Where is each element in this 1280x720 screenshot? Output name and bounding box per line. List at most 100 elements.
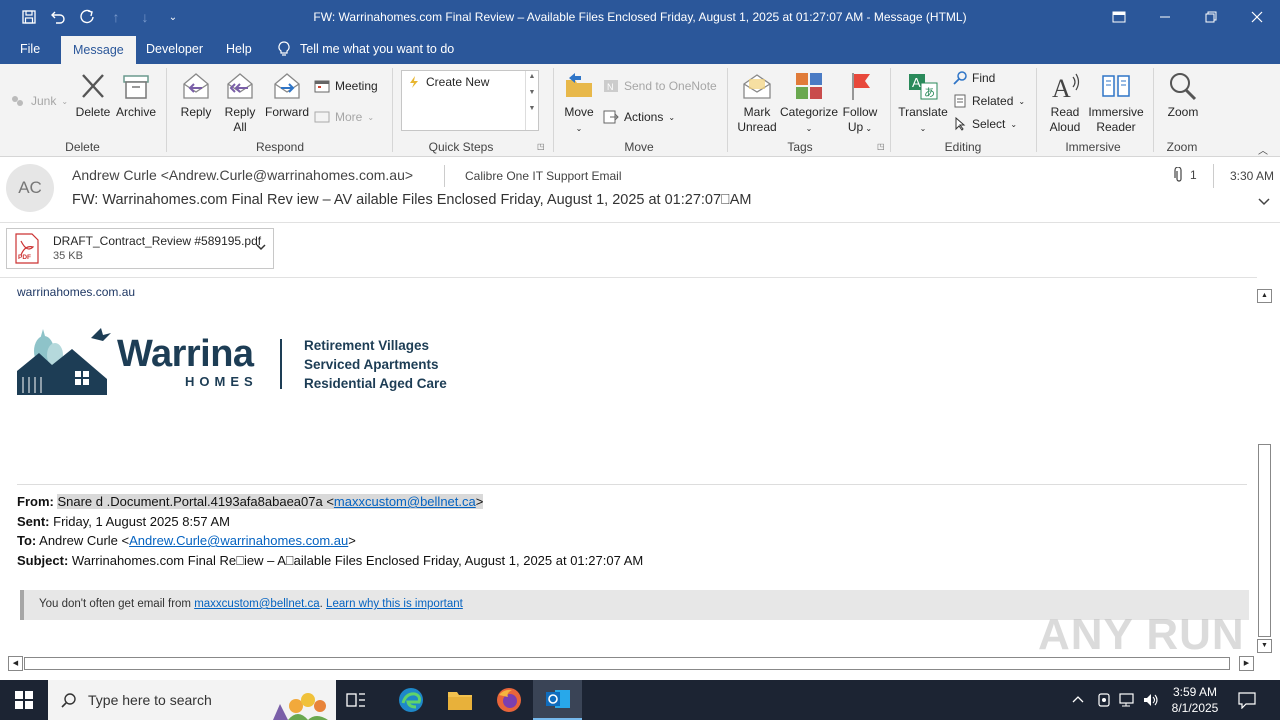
horizontal-scrollbar[interactable]: ◀ ▶ (8, 656, 1255, 671)
learn-why-link[interactable]: Learn why this is important (326, 598, 463, 610)
volume-icon[interactable] (1142, 692, 1160, 711)
scroll-up-button[interactable]: ▲ (1257, 289, 1272, 303)
find-label: Find (972, 71, 996, 85)
collapse-ribbon-icon[interactable]: ︿ (1258, 142, 1268, 157)
meeting-button[interactable]: Meeting (314, 76, 378, 96)
flag-icon (852, 73, 870, 100)
group-editing-label: Editing (944, 140, 982, 154)
outlook-icon (545, 690, 570, 708)
start-button[interactable] (0, 680, 48, 720)
to-email-link[interactable]: Andrew.Curle@warrinahomes.com.au (129, 533, 348, 548)
svg-text:N: N (607, 82, 614, 92)
outlook-taskbar-button[interactable] (533, 680, 582, 720)
avatar[interactable]: AC (6, 164, 54, 212)
find-button[interactable]: Find (953, 68, 995, 88)
sender-name[interactable]: Andrew Curle <Andrew.Curle@warrinahomes.… (72, 167, 413, 183)
scroll-left-button[interactable]: ◀ (8, 656, 23, 671)
firefox-icon[interactable] (496, 687, 522, 716)
logo-wordmark: Warrina (117, 333, 254, 375)
attachment-card[interactable]: PDF DRAFT_Contract_Review #589195.pdf 35… (6, 228, 274, 269)
follow-up-button[interactable]: Follow Up ⌄ (840, 70, 880, 136)
send-to-onenote-button[interactable]: N Send to OneNote (603, 76, 717, 96)
archive-button[interactable]: Archive (115, 70, 157, 120)
mark-unread-icon (743, 74, 771, 99)
group-move-label: Move (624, 140, 654, 154)
file-explorer-icon[interactable] (447, 688, 473, 715)
quick-step-create-new[interactable]: Create New (408, 75, 489, 89)
ribbon-display-options-icon[interactable] (1096, 0, 1142, 34)
select-button[interactable]: Select ⌄ (953, 114, 1017, 134)
warning-email-link[interactable]: maxxcustom@bellnet.ca (194, 598, 319, 610)
actions-button[interactable]: Actions ⌄ (603, 107, 675, 127)
tab-developer[interactable]: Developer (134, 34, 215, 64)
forward-button[interactable]: Forward (263, 70, 311, 120)
group-immersive-label: Immersive (1065, 140, 1121, 154)
recipient[interactable]: Calibre One IT Support Email (465, 169, 622, 183)
show-hidden-icons[interactable] (1071, 692, 1085, 709)
more-respond-button[interactable]: More ⌄ (314, 107, 374, 127)
clock[interactable]: 3:59 AM 8/1/2025 (1166, 684, 1224, 716)
immersive-reader-button[interactable]: Immersive Reader (1087, 70, 1145, 135)
junk-button[interactable]: Junk ⌄ (10, 91, 68, 111)
tab-message[interactable]: Message (61, 36, 136, 64)
reply-all-button[interactable]: Reply All (220, 70, 260, 135)
actions-label: Actions (624, 110, 664, 124)
attachment-count-label: 1 (1190, 168, 1197, 182)
svg-text:A: A (912, 75, 921, 90)
defender-icon[interactable] (1096, 692, 1112, 711)
h-scroll-thumb[interactable] (24, 657, 1230, 670)
minimize-button[interactable] (1142, 0, 1188, 34)
group-respond-label: Respond (255, 140, 305, 154)
search-icon (61, 693, 76, 708)
domain-text: warrinahomes.com.au (17, 285, 136, 299)
task-view-icon[interactable] (346, 690, 366, 713)
quick-steps-launcher-icon[interactable]: ◳ (537, 142, 545, 151)
quick-steps-gallery[interactable]: Create New ▲ ▼ ▼ (401, 70, 539, 131)
reply-all-label-2: All (233, 120, 247, 134)
scroll-down-button[interactable]: ▼ (1257, 639, 1272, 653)
received-time: 3:30 AM (1230, 169, 1275, 183)
from-end: > (475, 494, 484, 509)
from-label: From: (17, 494, 54, 509)
quick-steps-scrollbar[interactable]: ▲ ▼ ▼ (525, 71, 538, 130)
windows-logo-icon (15, 691, 33, 709)
svg-text:あ: あ (924, 86, 935, 99)
vertical-scrollbar[interactable]: ▲ ▼ (1257, 289, 1272, 655)
separator (727, 68, 728, 152)
translate-button[interactable]: Aあ Translate ⌄ (897, 70, 949, 136)
edge-icon[interactable] (398, 687, 424, 716)
separator (166, 68, 167, 152)
scroll-thumb[interactable] (1258, 444, 1271, 637)
scroll-right-button[interactable]: ▶ (1239, 656, 1254, 671)
tab-file[interactable]: File (8, 34, 52, 64)
reply-all-label-1: Reply (224, 105, 256, 119)
forward-icon (274, 73, 300, 99)
svg-text:A: A (1052, 74, 1071, 102)
close-button[interactable] (1234, 0, 1280, 34)
zoom-button[interactable]: Zoom (1162, 70, 1204, 120)
title-bar: ↑ ↓ ⌄ FW: Warrinahomes.com Final Review … (0, 0, 1280, 34)
reply-button[interactable]: Reply (176, 70, 216, 120)
tell-me-search[interactable]: Tell me what you want to do (266, 34, 466, 64)
network-icon[interactable] (1118, 692, 1136, 711)
notifications-icon[interactable] (1238, 691, 1256, 712)
delete-button[interactable]: Delete (73, 70, 113, 120)
anyrun-watermark: ANY RUN (1038, 610, 1245, 657)
taskbar-search-box[interactable]: Type here to search (48, 680, 336, 720)
attachment-menu-icon[interactable] (255, 242, 267, 256)
search-highlight-image (273, 693, 328, 720)
move-button[interactable]: Move ⌄ (561, 70, 597, 136)
sent-value: Friday, 1 August 2025 8:57 AM (53, 513, 230, 529)
tags-launcher-icon[interactable]: ◳ (877, 142, 885, 151)
categorize-button[interactable]: Categorize ⌄ (780, 70, 838, 136)
maximize-button[interactable] (1188, 0, 1234, 34)
related-button[interactable]: Related ⌄ (953, 91, 1025, 111)
mark-unread-button[interactable]: Mark Unread (734, 70, 780, 135)
expand-header-icon[interactable] (1258, 196, 1270, 210)
read-aloud-button[interactable]: A Read Aloud (1044, 70, 1086, 135)
tab-help[interactable]: Help (214, 34, 264, 64)
from-email-link[interactable]: maxxcustom@bellnet.ca (334, 494, 476, 509)
subject-label: Subject: (17, 552, 69, 568)
immersive-reader-icon (1102, 75, 1130, 97)
categorize-label: Categorize (780, 105, 839, 119)
